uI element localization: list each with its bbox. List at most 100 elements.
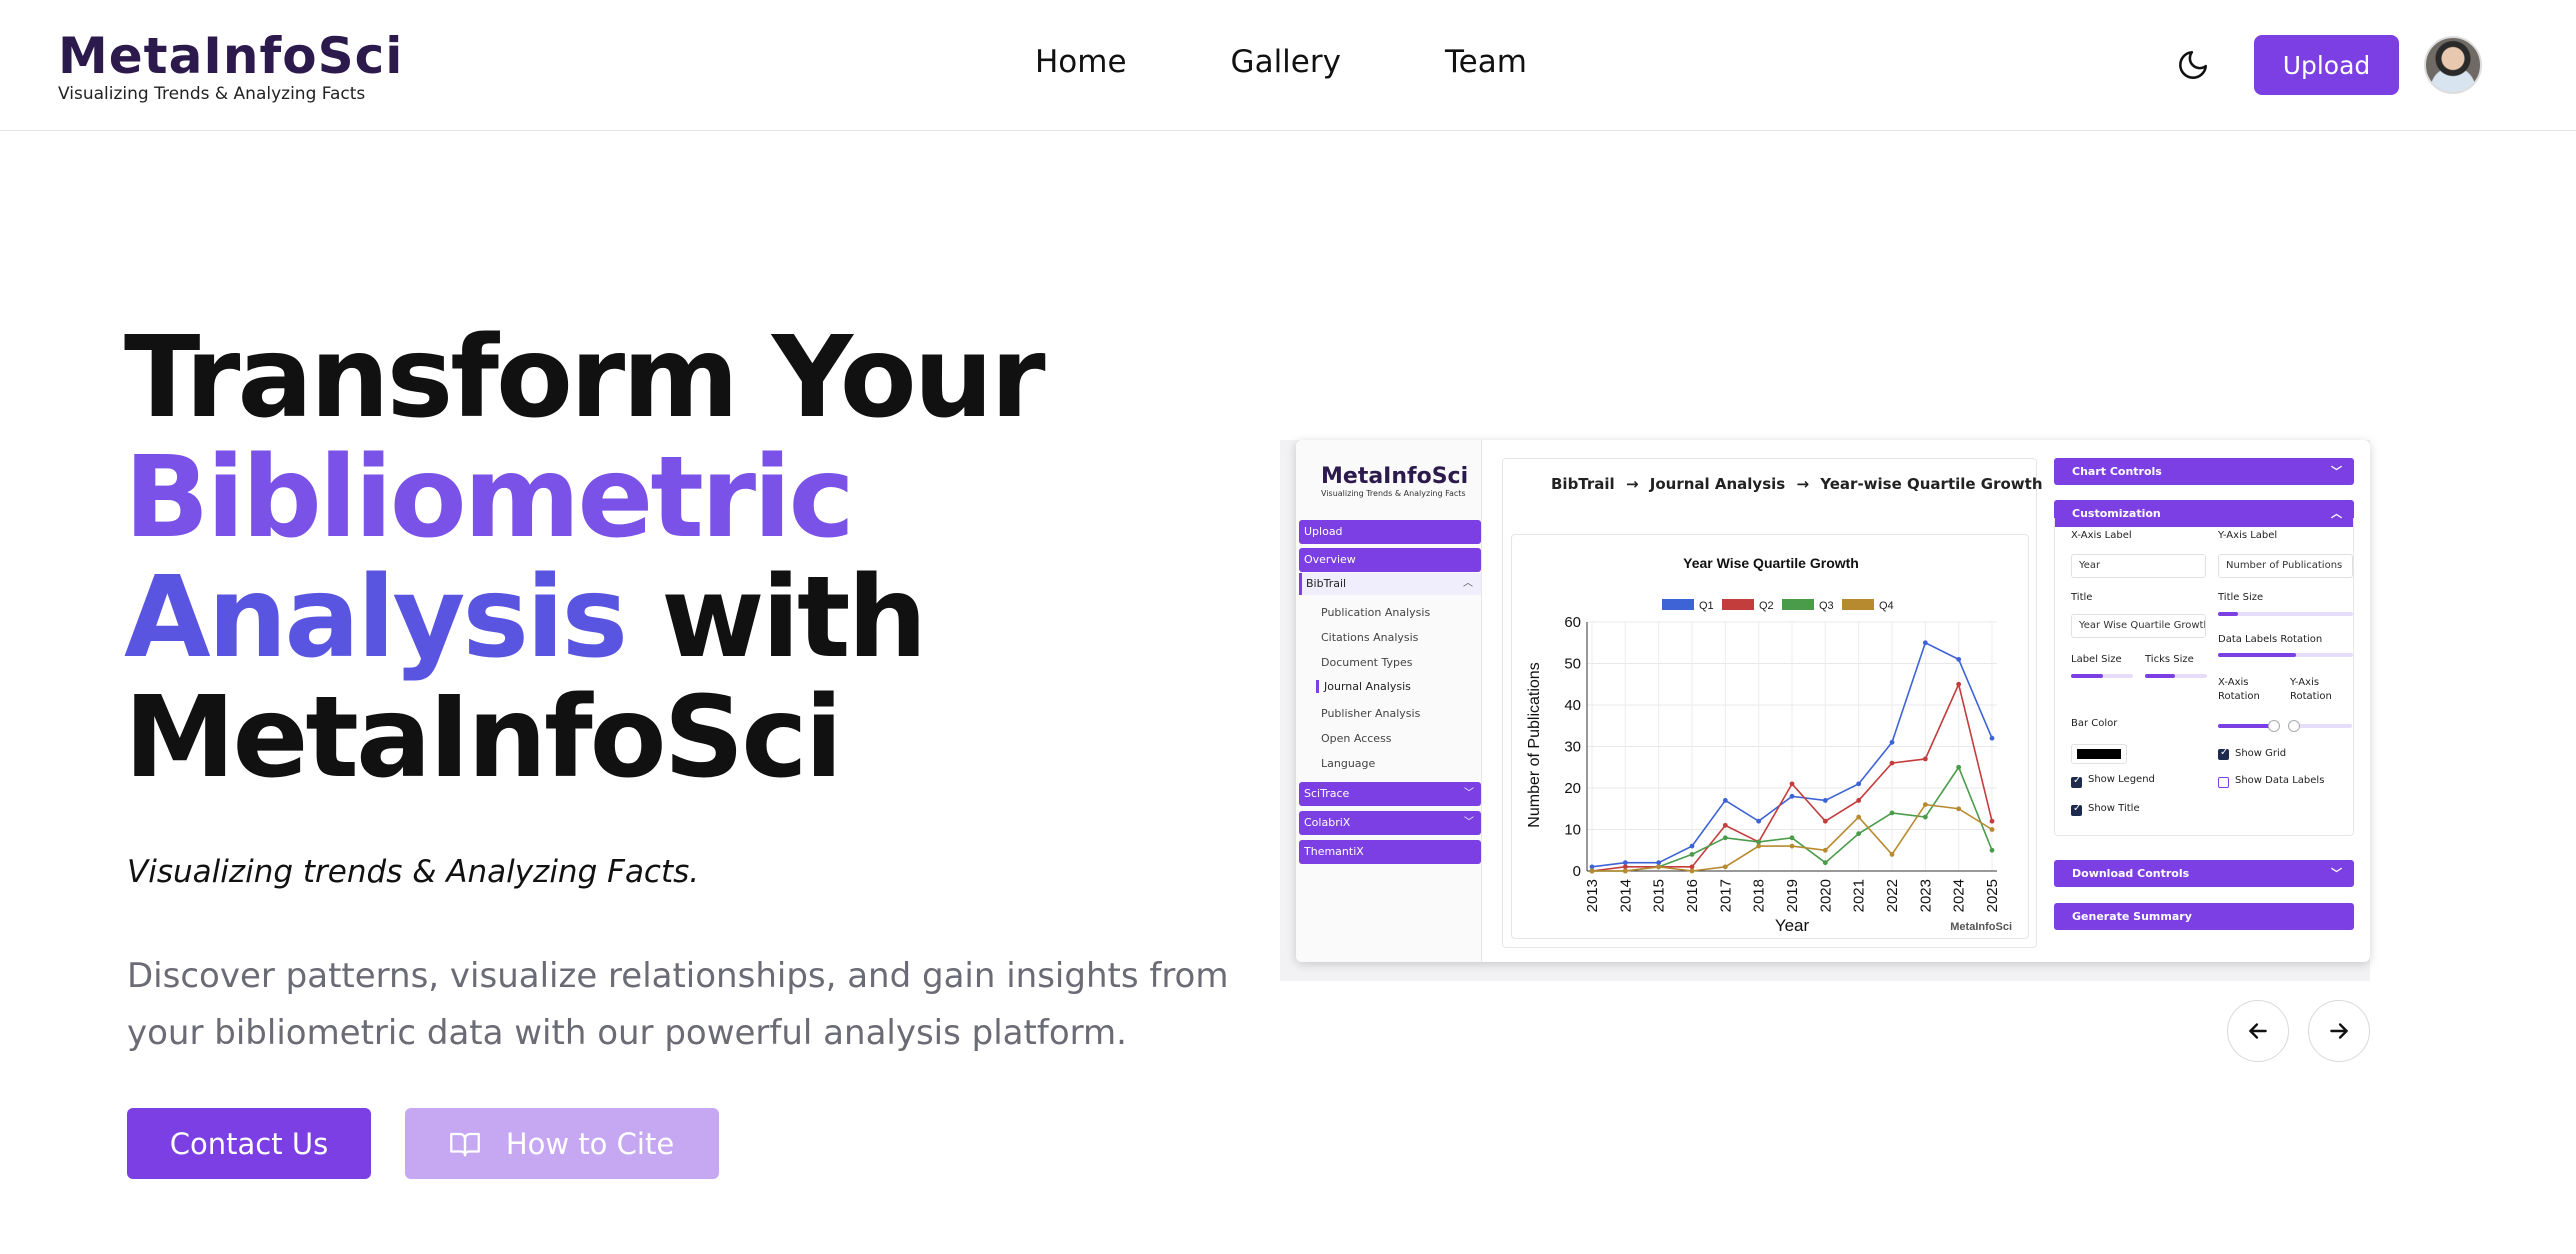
x-tick-label: 2013 (1584, 879, 1601, 912)
how-to-cite-button[interactable]: How to Cite (405, 1108, 719, 1179)
x-tick-label: 2014 (1617, 879, 1634, 912)
chart-watermark: MetaInfoSci (1950, 921, 2012, 933)
y-axis-title: Number of Publications (1526, 662, 1543, 827)
data-point (1689, 843, 1695, 849)
nav-gallery[interactable]: Gallery (1231, 44, 1341, 80)
ticks-size-slider[interactable] (2145, 674, 2207, 678)
data-point (1856, 781, 1862, 787)
sidebar-upload[interactable]: Upload (1299, 520, 1481, 544)
show-data-labels-checkbox[interactable] (2218, 777, 2229, 788)
nav-home[interactable]: Home (1035, 44, 1127, 80)
data-point (1856, 814, 1862, 820)
breadcrumb-item[interactable]: BibTrail (1551, 475, 1615, 493)
title-caption: Title (2071, 592, 2093, 603)
data-point (1956, 806, 1962, 812)
sidebar-item-open-access[interactable]: Open Access (1321, 732, 1392, 745)
user-avatar[interactable] (2424, 36, 2482, 94)
bar-color-picker[interactable] (2071, 744, 2127, 764)
carousel-next-button[interactable] (2308, 1000, 2370, 1062)
sidebar-overview[interactable]: Overview (1299, 548, 1481, 572)
contact-us-button[interactable]: Contact Us (127, 1108, 371, 1179)
ticks-size-caption: Ticks Size (2145, 654, 2194, 665)
upload-button[interactable]: Upload (2254, 35, 2399, 95)
x-tick-label: 2020 (1817, 879, 1834, 912)
x-axis-label-caption: X-Axis Label (2071, 530, 2132, 541)
data-point (1889, 760, 1895, 766)
show-data-labels-label: Show Data Labels (2235, 775, 2325, 786)
hero-title-line-1: Transform Your (124, 313, 1046, 443)
sidebar-group-label: BibTrail (1306, 577, 1347, 590)
breadcrumb-separator: → (1625, 475, 1639, 493)
x-axis-label-input[interactable]: Year (2071, 554, 2206, 578)
legend-label: Q2 (1759, 600, 1774, 612)
moon-icon[interactable] (2176, 48, 2210, 82)
download-controls-header[interactable]: Download Controls ﹀ (2054, 860, 2354, 887)
chevron-down-icon: ﹀ (1464, 788, 1474, 799)
data-point (1822, 798, 1828, 803)
y-axis-label-caption: Y-Axis Label (2218, 530, 2278, 541)
sidebar-scitrace[interactable]: SciTrace ﹀ (1299, 782, 1481, 806)
sidebar-colabrix[interactable]: ColabriX ﹀ (1299, 811, 1481, 835)
data-point (1922, 814, 1928, 820)
show-title-label: Show Title (2088, 803, 2140, 814)
sidebar-item-publisher-analysis[interactable]: Publisher Analysis (1321, 707, 1420, 720)
data-point (1789, 793, 1795, 799)
show-legend-checkbox[interactable] (2071, 775, 2082, 788)
data-point (1789, 835, 1795, 841)
sidebar-item-language[interactable]: Language (1321, 757, 1375, 770)
logo-tagline: Visualizing Trends & Analyzing Facts (58, 84, 366, 104)
customization-panel: X-Axis Label Year Y-Axis Label Number of… (2054, 518, 2354, 836)
nav-team[interactable]: Team (1445, 44, 1527, 80)
hero-title-with: with (661, 553, 927, 683)
data-labels-rotation-slider[interactable] (2218, 653, 2353, 657)
sidebar-scitrace-label: SciTrace (1304, 787, 1350, 800)
bar-color-swatch (2077, 749, 2121, 759)
breadcrumb-separator: → (1796, 475, 1810, 493)
data-point (1789, 781, 1795, 787)
x-tick-label: 2017 (1717, 879, 1734, 912)
sidebar-item-journal-analysis[interactable]: Journal Analysis (1316, 680, 1411, 693)
nav-links: Home Gallery Team (1035, 44, 1527, 80)
show-title-checkbox[interactable] (2071, 803, 2082, 816)
y-axis-rotation-line-1: Y-Axis (2290, 677, 2320, 688)
show-grid-checkbox[interactable] (2218, 747, 2229, 760)
title-size-slider[interactable] (2218, 612, 2353, 616)
sidebar-item-document-types[interactable]: Document Types (1321, 656, 1412, 669)
data-point (1922, 640, 1928, 646)
data-point (1822, 818, 1828, 824)
sidebar-item-publication-analysis[interactable]: Publication Analysis (1321, 606, 1430, 619)
data-point (1656, 864, 1662, 870)
sidebar-group-bibtrail[interactable]: BibTrail ︿ (1299, 573, 1481, 595)
legend-swatch (1722, 599, 1754, 610)
y-tick-label: 10 (1564, 822, 1581, 839)
chevron-down-icon: ﹀ (1464, 817, 1474, 828)
x-tick-label: 2022 (1884, 879, 1901, 912)
data-point (1722, 835, 1728, 841)
data-point (1722, 864, 1728, 870)
title-input[interactable]: Year Wise Quartile Growth (2071, 614, 2206, 638)
site-logo[interactable]: MetaInfoSci Visualizing Trends & Analyzi… (58, 30, 403, 104)
chart-container: Year Wise Quartile Growth 0 10 20 30 40 50 60 20… (1511, 534, 2029, 939)
label-size-slider[interactable] (2071, 674, 2133, 678)
preview-sidebar: MetaInfoSci Visualizing Trends & Analyzi… (1296, 440, 1482, 962)
download-controls-label: Download Controls (2072, 867, 2190, 880)
chart-controls-header[interactable]: Chart Controls ﹀ (2054, 458, 2354, 485)
sidebar-item-citations-analysis[interactable]: Citations Analysis (1321, 631, 1418, 644)
breadcrumb: BibTrail → Journal Analysis → Year-wise … (1551, 475, 2049, 493)
hero-title: Transform Your Bibliometric Analysis wit… (124, 313, 1046, 798)
generate-summary-button[interactable]: Generate Summary (2054, 903, 2354, 930)
breadcrumb-item[interactable]: Journal Analysis (1650, 475, 1785, 493)
data-point (1722, 798, 1728, 803)
legend-swatch (1662, 599, 1694, 610)
sidebar-themantix[interactable]: ThemantiX (1299, 840, 1481, 864)
preview-logo-tagline: Visualizing Trends & Analyzing Facts (1321, 489, 1466, 498)
data-point (1756, 839, 1762, 845)
y-axis-label-input[interactable]: Number of Publications (2218, 554, 2353, 578)
data-point (1822, 847, 1828, 853)
y-axis-rotation-slider[interactable] (2288, 720, 2352, 732)
carousel-prev-button[interactable] (2227, 1000, 2289, 1062)
arrow-left-icon (2249, 1023, 2267, 1039)
data-point (1956, 681, 1962, 687)
x-axis-rotation-slider[interactable] (2218, 720, 2280, 732)
data-point (1822, 860, 1828, 866)
